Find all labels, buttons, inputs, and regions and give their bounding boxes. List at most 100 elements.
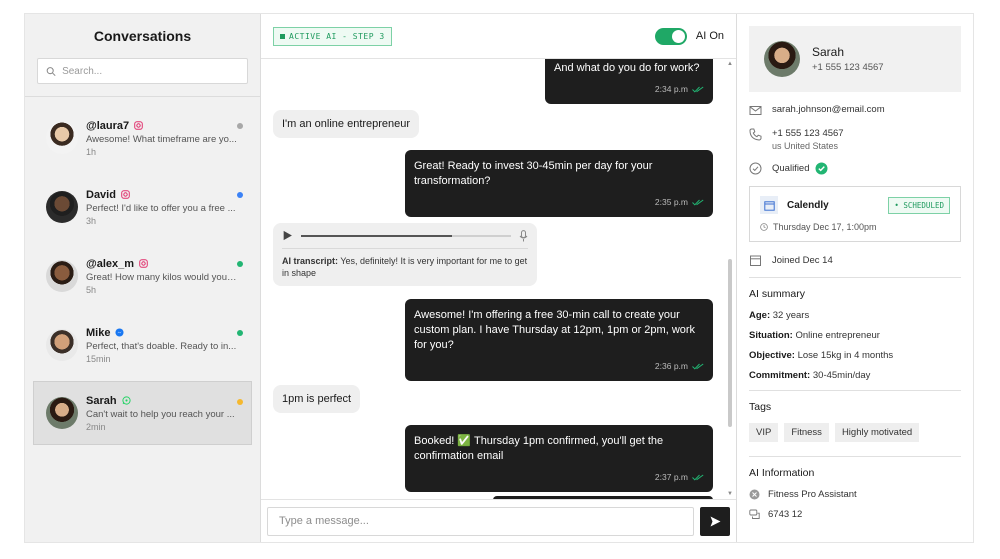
double-check-icon [692, 474, 704, 481]
conversation-name: David [86, 188, 116, 201]
voice-message: AI transcript: Yes, definitely! It is ve… [273, 223, 537, 286]
sidebar-title: Conversations [93, 28, 192, 44]
search-box[interactable] [37, 58, 248, 84]
avatar [46, 260, 78, 292]
calendar-icon [760, 196, 778, 214]
audio-progress[interactable] [301, 234, 511, 237]
conversation-name: Mike [86, 326, 111, 339]
outgoing-message-partial [493, 496, 713, 499]
search-input[interactable] [62, 65, 239, 77]
ai-transcript: AI transcript: Yes, definitely! It is ve… [282, 256, 528, 278]
outgoing-message: Great! Ready to invest 30-45min per day … [405, 150, 713, 217]
conversation-preview: Awesome! What timeframe are yo... [86, 133, 237, 145]
assistant-icon [749, 489, 760, 500]
message-text: And what do you do for work? [554, 62, 700, 74]
microphone-icon [519, 229, 528, 241]
conversation-item[interactable]: Mike Perfect, that's doable. Ready to in… [33, 312, 252, 378]
conversation-item[interactable]: @alex_m Great! How many kilos would you … [33, 243, 252, 309]
conversation-item[interactable]: @laura7 Awesome! What timeframe are yo..… [33, 105, 252, 171]
instagram-icon [139, 259, 148, 268]
play-icon[interactable] [282, 230, 293, 241]
message-text: 1pm is perfect [282, 393, 352, 405]
conversation-preview: Great! How many kilos would you l... [86, 271, 239, 283]
conversation-name: Sarah [86, 394, 117, 407]
appointment-date: Thursday Dec 17, 1:00pm [773, 222, 877, 232]
conversation-preview: Can't wait to help you reach your ... [86, 408, 235, 420]
conversations-sidebar: Conversations @laura7 Awesome! What time… [25, 14, 261, 542]
message-time: 2:36 p.m [654, 361, 688, 371]
incoming-message: I'm an online entrepreneur [273, 110, 420, 138]
ai-assistant-row: Fitness Pro Assistant [749, 489, 961, 500]
scrollbar-thumb[interactable] [728, 259, 732, 427]
calendar-outline-icon [750, 255, 761, 266]
conversation-time: 5h [86, 284, 97, 295]
status-dot [237, 123, 243, 129]
message-text: Booked! ✅ Thursday 1pm confirmed, you'll… [414, 435, 664, 462]
outgoing-message: Booked! ✅ Thursday 1pm confirmed, you'll… [405, 425, 713, 492]
mail-icon [749, 106, 762, 115]
conversation-name: @alex_m [86, 257, 135, 270]
message-thread[interactable]: And what do you do for work? 2:34 p.m I'… [261, 59, 736, 499]
scroll-down-arrow[interactable]: ▼ [727, 491, 733, 497]
tag[interactable]: Fitness [784, 423, 829, 442]
message-text: I'm an online entrepreneur [282, 118, 411, 130]
whatsapp-icon [121, 396, 131, 405]
instagram-icon [134, 121, 143, 130]
assistant-name: Fitness Pro Assistant [768, 489, 857, 500]
conversation-item-selected[interactable]: Sarah Can't wait to help you reach your … [33, 381, 252, 445]
message-time: 2:35 p.m [654, 197, 688, 207]
contact-email[interactable]: sarah.johnson@email.com [772, 104, 885, 115]
contact-card: Sarah +1 555 123 4567 [749, 26, 961, 92]
double-check-icon [692, 199, 704, 206]
conversation-preview: Perfect, that's doable. Ready to in... [86, 340, 237, 352]
joined-row: Joined Dec 14 [749, 254, 961, 267]
summary-commitment: Commitment: 30-45min/day [749, 370, 871, 381]
joined-date: Joined Dec 14 [772, 255, 833, 266]
calendar-card[interactable]: Calendly • SCHEDULED Thursday Dec 17, 1:… [749, 186, 961, 242]
message-time: 2:34 p.m [654, 84, 688, 94]
scroll-up-arrow[interactable]: ▲ [727, 61, 733, 67]
ai-step-badge: ACTIVE AI - STEP 3 [273, 26, 392, 46]
send-icon [710, 516, 720, 526]
tag[interactable]: Highly motivated [834, 423, 920, 442]
status-dot [237, 330, 243, 336]
sidebar-header: Conversations [25, 14, 260, 97]
conversation-item[interactable]: David Perfect! I'd like to offer you a f… [33, 174, 252, 240]
phone-row: +1 555 123 4567 us United States [749, 128, 961, 151]
app-window: Conversations @laura7 Awesome! What time… [24, 13, 974, 543]
ai-toggle[interactable] [654, 27, 687, 45]
send-button[interactable] [700, 506, 730, 536]
chat-panel: ACTIVE AI - STEP 3 AI On And what do you… [261, 14, 737, 542]
search-icon [46, 66, 56, 76]
ai-id-row: 6743 12 [749, 509, 961, 520]
double-check-icon [692, 363, 704, 370]
email-row: sarah.johnson@email.com [749, 104, 961, 117]
status-row: Qualified [749, 162, 961, 175]
avatar [46, 397, 78, 429]
summary-age: Age: 32 years [749, 310, 810, 321]
messenger-icon [115, 328, 125, 337]
conversation-time: 15min [86, 353, 111, 364]
avatar [46, 122, 78, 154]
qualification-status: Qualified [772, 163, 810, 174]
scheduled-badge: • SCHEDULED [888, 196, 950, 214]
incoming-message: 1pm is perfect [273, 385, 361, 413]
message-text: Great! Ready to invest 30-45min per day … [414, 160, 653, 187]
ai-summary-title: AI summary [749, 288, 806, 300]
message-time: 2:37 p.m [654, 472, 688, 482]
conversation-preview: Perfect! I'd like to offer you a free ..… [86, 202, 236, 214]
contact-name: Sarah [812, 45, 845, 59]
message-input[interactable] [267, 506, 694, 536]
instagram-icon [121, 190, 130, 199]
contact-panel: Sarah +1 555 123 4567 sarah.johnson@emai… [737, 14, 973, 542]
contact-country: us United States [772, 141, 839, 151]
conversation-list: @laura7 Awesome! What timeframe are yo..… [25, 97, 260, 448]
assistant-id: 6743 12 [768, 509, 803, 520]
status-dot [237, 399, 243, 405]
tag[interactable]: VIP [749, 423, 779, 442]
status-dot [237, 261, 243, 267]
contact-phone-detail: +1 555 123 4567 [772, 128, 844, 139]
ai-toggle-label: AI On [695, 30, 724, 42]
phone-icon [749, 128, 762, 141]
outgoing-message: And what do you do for work? 2:34 p.m [545, 59, 713, 104]
